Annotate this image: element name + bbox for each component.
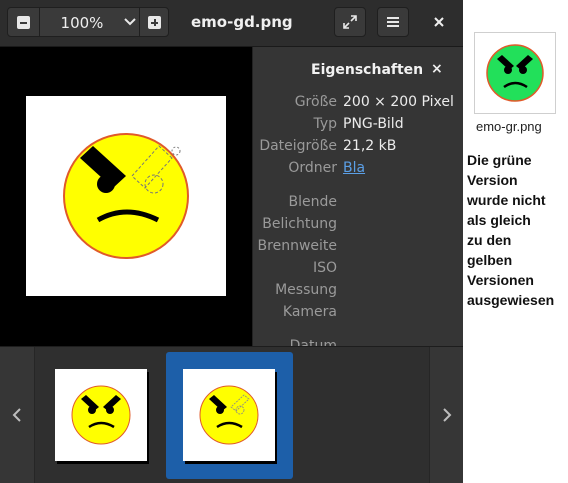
desktop-note: Die grüne Version wurde nicht als gleich…	[467, 150, 567, 310]
chevron-down-icon[interactable]	[120, 12, 140, 32]
property-row-metering: Messung	[253, 282, 463, 302]
close-button[interactable]	[424, 8, 454, 36]
property-key: Größe	[294, 94, 337, 110]
menu-button[interactable]	[377, 7, 409, 37]
zoom-out-button[interactable]	[8, 8, 40, 36]
angry-face-yellow-thumb-icon	[71, 385, 131, 445]
property-row-iso: ISO	[253, 260, 463, 280]
gallery-prev-button[interactable]	[0, 347, 35, 483]
image-viewer-window: 100% emo-gd.png Eigenschaften × Größe 20…	[0, 0, 463, 483]
property-key: Messung	[275, 282, 337, 298]
property-row-type: Typ PNG-Bild	[253, 116, 463, 136]
folder-link[interactable]: Bla	[343, 160, 365, 176]
property-row-aperture: Blende	[253, 194, 463, 214]
note-line: Versionen	[467, 272, 534, 288]
property-key: Blende	[288, 194, 337, 210]
property-row-camera: Kamera	[253, 304, 463, 324]
property-row-focal-length: Brennweite	[253, 238, 463, 258]
property-key: Kamera	[282, 304, 337, 320]
note-line: zu den	[467, 232, 512, 248]
properties-title: Eigenschaften	[311, 62, 424, 78]
angry-face-yellow-image	[63, 133, 189, 259]
close-icon	[434, 17, 444, 27]
property-value: 21,2 kB	[343, 138, 397, 154]
selected-thumbnail-image	[183, 369, 275, 461]
gallery-next-button[interactable]	[429, 347, 463, 483]
property-key: Dateigröße	[259, 138, 337, 154]
header-bar: 100% emo-gd.png	[0, 0, 463, 47]
note-line: Version	[467, 172, 518, 188]
gallery-strip	[0, 346, 463, 483]
properties-close-button[interactable]: ×	[431, 61, 443, 77]
property-key: Brennweite	[257, 238, 337, 254]
minus-icon	[17, 15, 30, 29]
properties-panel: Eigenschaften × Größe 200 × 200 Pixel Ty…	[252, 47, 463, 346]
zoom-control: 100%	[7, 7, 169, 37]
note-line: als gleich	[467, 212, 531, 228]
property-key: Ordner	[288, 160, 337, 176]
displayed-image	[26, 96, 226, 296]
property-row-folder: Ordner Bla	[253, 160, 463, 180]
desktop-file-icon[interactable]	[474, 32, 556, 114]
chevron-left-icon	[12, 408, 21, 422]
chevron-right-icon	[443, 408, 452, 422]
gallery-thumbnail[interactable]	[55, 369, 147, 461]
property-value: PNG-Bild	[343, 116, 404, 132]
hamburger-icon	[387, 17, 399, 27]
gallery-thumbnail-selected[interactable]	[166, 352, 293, 479]
property-key: Typ	[313, 116, 337, 132]
desktop-file-name[interactable]: emo-gr.png	[476, 119, 542, 134]
fullscreen-icon	[343, 15, 357, 29]
property-key: Datum	[289, 338, 337, 346]
property-key: Belichtung	[262, 216, 337, 232]
property-row-exposure: Belichtung	[253, 216, 463, 236]
zoom-level-label[interactable]: 100%	[42, 14, 122, 32]
fullscreen-button[interactable]	[334, 7, 366, 37]
note-line: Die grüne	[467, 152, 532, 168]
note-line: gelben	[467, 252, 513, 268]
image-canvas[interactable]	[0, 47, 252, 346]
note-line: wurde nicht	[467, 192, 546, 208]
window-title: emo-gd.png	[191, 13, 293, 31]
zoom-in-button[interactable]	[139, 8, 168, 36]
property-key: ISO	[312, 260, 337, 276]
property-row-size: Größe 200 × 200 Pixel	[253, 94, 463, 114]
property-row-filesize: Dateigröße 21,2 kB	[253, 138, 463, 158]
angry-face-green-image	[486, 44, 544, 102]
angry-face-yellow-thumb-icon	[199, 385, 259, 445]
plus-icon	[147, 15, 161, 29]
property-row-date: Datum	[253, 338, 463, 346]
note-line: ausgewiesen	[467, 292, 555, 308]
property-value: 200 × 200 Pixel	[343, 94, 454, 110]
